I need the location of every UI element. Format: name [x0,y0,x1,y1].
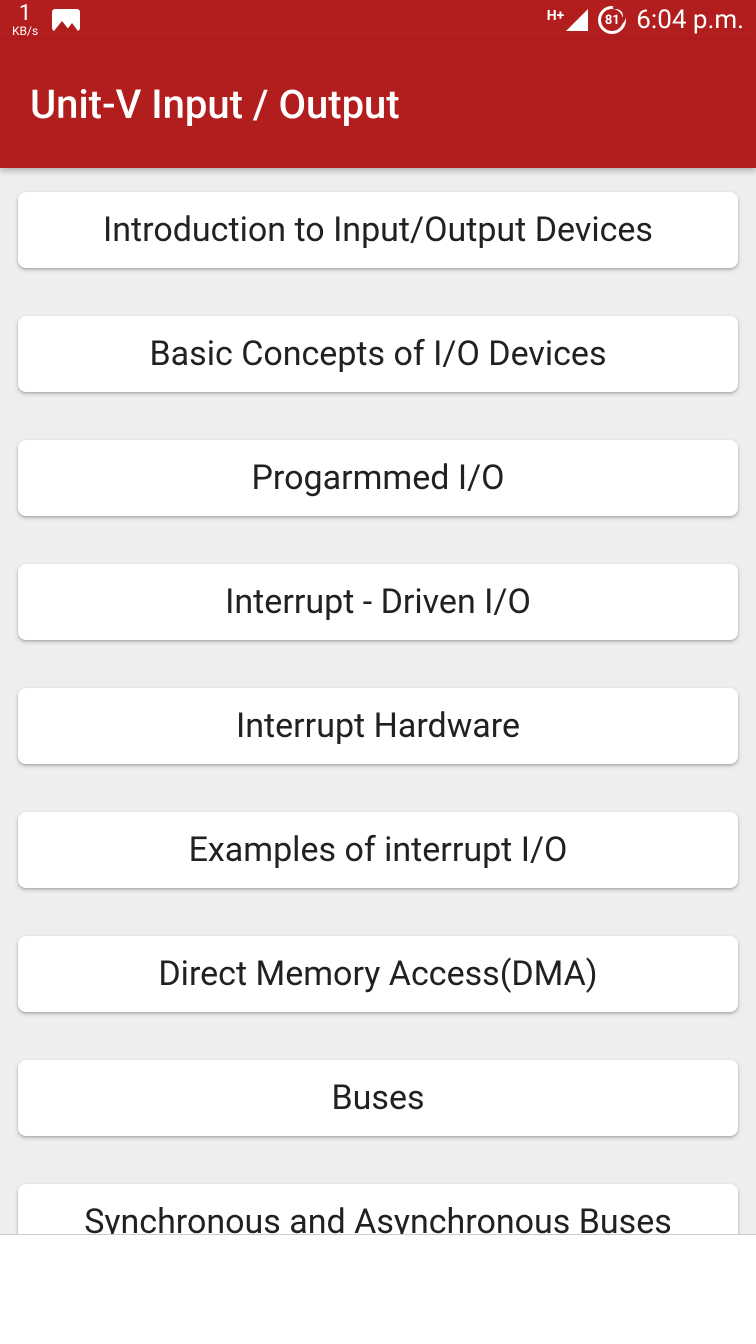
network-type: H+ [547,9,565,23]
topic-item-dma[interactable]: Direct Memory Access(DMA) [18,936,738,1012]
status-left: 1 KB/s [12,3,80,37]
signal-icon [566,9,588,31]
app-bar: Unit-V Input / Output [0,40,756,168]
bottom-nav-bar [0,1234,756,1344]
speed-unit: KB/s [12,25,38,37]
topic-item-interrupt-driven[interactable]: Interrupt - Driven I/O [18,564,738,640]
topic-list[interactable]: Introduction to Input/Output Devices Bas… [0,168,756,1284]
speed-value: 1 [19,3,31,25]
image-icon [52,9,80,31]
topic-item-introduction[interactable]: Introduction to Input/Output Devices [18,192,738,268]
battery-level: 81 [605,13,620,28]
clock: 6:04 p.m. [636,5,744,35]
signal-indicator: H+ [547,9,589,31]
battery-indicator: 81 [598,6,626,34]
topic-item-buses[interactable]: Buses [18,1060,738,1136]
network-speed-indicator: 1 KB/s [12,3,38,37]
status-bar: 1 KB/s H+ 81 6:04 p.m. [0,0,756,40]
topic-item-examples-interrupt[interactable]: Examples of interrupt I/O [18,812,738,888]
topic-item-interrupt-hardware[interactable]: Interrupt Hardware [18,688,738,764]
topic-item-basic-concepts[interactable]: Basic Concepts of I/O Devices [18,316,738,392]
topic-item-programmed-io[interactable]: Progarmmed I/O [18,440,738,516]
status-right: H+ 81 6:04 p.m. [547,5,744,35]
page-title: Unit-V Input / Output [30,81,400,128]
